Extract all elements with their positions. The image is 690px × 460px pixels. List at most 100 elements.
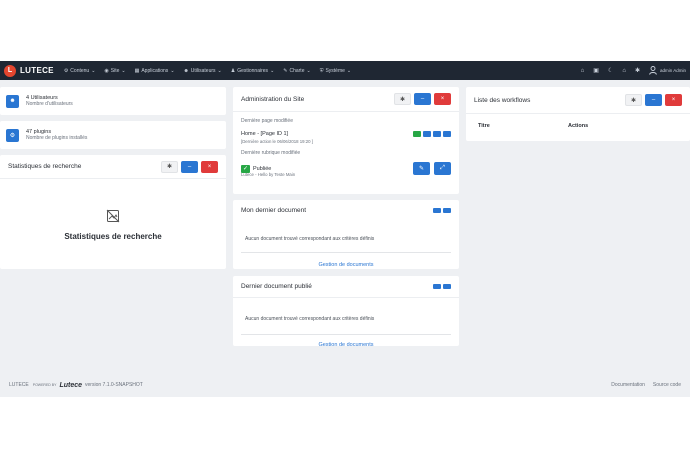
last-published-document-card: Dernier document publié Aucun document t… bbox=[233, 276, 459, 348]
collapse-button[interactable] bbox=[433, 284, 441, 289]
expand-button[interactable] bbox=[443, 208, 451, 213]
chevron-down-icon: ⌄ bbox=[91, 67, 96, 74]
column-header-actions: Actions bbox=[568, 123, 589, 129]
search-stats-empty-title: Statistiques de recherche bbox=[64, 232, 162, 241]
site-admin-title: Administration du Site bbox=[241, 95, 305, 103]
nav-item-utilisateurs[interactable]: ☻ Utilisateurs ⌄ bbox=[184, 68, 222, 74]
my-last-document-message: Aucun document trouvé correspondant aux … bbox=[245, 236, 375, 242]
move-button[interactable]: ⤢ bbox=[434, 162, 451, 175]
last-page-name[interactable]: Home - [Page ID 1] bbox=[241, 131, 288, 137]
collapse-button[interactable]: – bbox=[414, 93, 431, 105]
nav-item-charte[interactable]: ✎ Charte ⌄ bbox=[283, 68, 310, 74]
grid-icon[interactable]: ▣ bbox=[593, 67, 599, 74]
my-last-document-card: Mon dernier document Aucun document trou… bbox=[233, 200, 459, 269]
nav-item-applications[interactable]: ▦ Applications ⌄ bbox=[135, 68, 175, 74]
search-stats-empty: Statistiques de recherche bbox=[0, 179, 226, 241]
chevron-down-icon: ⌄ bbox=[306, 67, 311, 74]
move-icon[interactable] bbox=[433, 131, 441, 137]
last-published-document-message: Aucun document trouvé correspondant aux … bbox=[245, 316, 375, 322]
plugin-icon: ⚙ bbox=[6, 128, 19, 142]
search-stats-header: Statistiques de recherche ✱ – × bbox=[0, 155, 226, 179]
brand-logo[interactable]: L LUTECE bbox=[4, 64, 54, 77]
brush-icon: ✎ bbox=[283, 67, 288, 74]
last-page-actions bbox=[411, 131, 451, 137]
system-icon: ⛨ bbox=[319, 67, 324, 74]
user-name: admin Admin bbox=[659, 68, 686, 73]
site-admin-header: Administration du Site ✱ – × bbox=[233, 87, 459, 112]
close-button[interactable]: × bbox=[201, 160, 218, 173]
chevron-down-icon: ⌄ bbox=[121, 67, 126, 74]
content-icon: ⚙ bbox=[63, 67, 69, 74]
settings-button[interactable]: ✱ bbox=[161, 160, 178, 173]
link-icon[interactable] bbox=[443, 131, 451, 137]
my-last-document-link[interactable]: Gestion de documents bbox=[233, 262, 459, 268]
source-code-link[interactable]: Source code bbox=[653, 382, 681, 388]
expand-button[interactable] bbox=[443, 284, 451, 289]
plugins-count-label: Nombre de plugins installés bbox=[26, 135, 88, 141]
workflows-table-header: Titre Actions bbox=[466, 123, 690, 129]
users-stat-card: ☻ 4 Utilisateurs Nombre d'utilisateurs bbox=[0, 87, 226, 115]
footer-version: version 7.1.0-SNAPSHOT bbox=[85, 382, 143, 388]
close-button[interactable]: × bbox=[434, 93, 451, 105]
rubric-actions: ✎ ⤢ bbox=[413, 162, 451, 175]
settings-button[interactable]: ✱ bbox=[625, 94, 642, 106]
workflows-card: Liste des workflows ✱ – × Titre Actions bbox=[466, 87, 690, 141]
chevron-down-icon: ⌄ bbox=[217, 67, 222, 74]
published-label: Publiée bbox=[253, 165, 272, 172]
top-navbar: L LUTECE ⚙ Contenu ⌄ ◉ Site ⌄ ▦ Applications ⌄… bbox=[0, 61, 690, 80]
house-icon[interactable]: ⌂ bbox=[622, 68, 626, 74]
last-published-document-title: Dernier document publié bbox=[241, 283, 312, 290]
settings-icon[interactable]: ✱ bbox=[635, 67, 640, 74]
search-stats-title: Statistiques de recherche bbox=[8, 163, 82, 170]
last-page-date: [Dernière action le 06/06/2018 19:20 ] bbox=[241, 139, 313, 144]
managers-icon: ♟ bbox=[230, 67, 236, 74]
chevron-down-icon: ⌄ bbox=[170, 67, 175, 74]
view-icon[interactable] bbox=[413, 131, 421, 137]
last-page-row: Home - [Page ID 1] bbox=[241, 131, 451, 137]
site-admin-body: Dernière page modifiée Home - [Page ID 1… bbox=[233, 112, 459, 177]
chevron-down-icon: ⌄ bbox=[270, 67, 275, 74]
no-image-icon bbox=[106, 209, 120, 223]
user-avatar-icon bbox=[649, 66, 657, 75]
settings-button[interactable]: ✱ bbox=[394, 93, 411, 105]
footer: LUTECE POWERED BY Lutece version 7.1.0-S… bbox=[0, 379, 690, 391]
workflows-tools: ✱ – × bbox=[625, 94, 682, 106]
nav-item-contenu[interactable]: ⚙ Contenu ⌄ bbox=[64, 68, 96, 74]
users-icon: ☻ bbox=[6, 94, 19, 108]
users-count-label: Nombre d'utilisateurs bbox=[26, 101, 73, 107]
site-admin-tools: ✱ – × bbox=[394, 93, 451, 105]
applications-icon: ▦ bbox=[134, 67, 140, 74]
documentation-link[interactable]: Documentation bbox=[611, 382, 645, 388]
last-published-document-link[interactable]: Gestion de documents bbox=[233, 342, 459, 348]
last-published-document-message-row: Aucun document trouvé correspondant aux … bbox=[241, 307, 451, 335]
last-page-label: Dernière page modifiée bbox=[241, 118, 293, 124]
plugins-stat-card: ⚙ 47 plugins Nombre de plugins installés bbox=[0, 121, 226, 149]
moon-icon[interactable]: ☾ bbox=[608, 67, 613, 74]
workflows-title: Liste des workflows bbox=[474, 96, 531, 104]
edit-button[interactable]: ✎ bbox=[413, 162, 430, 175]
close-button[interactable]: × bbox=[665, 94, 682, 106]
nav-item-gestionnaires[interactable]: ♟ Gestionnaires ⌄ bbox=[231, 68, 275, 74]
last-published-document-tools bbox=[433, 284, 451, 289]
users-icon: ☻ bbox=[183, 67, 189, 74]
last-published-document-header: Dernier document publié bbox=[233, 276, 459, 298]
nav-item-systeme[interactable]: ⛨ Système ⌄ bbox=[320, 68, 351, 74]
search-stats-tools: ✱ – × bbox=[161, 160, 218, 173]
nav-item-site[interactable]: ◉ Site ⌄ bbox=[104, 68, 125, 74]
user-menu[interactable]: admin Admin bbox=[649, 66, 686, 75]
collapse-button[interactable]: – bbox=[645, 94, 662, 106]
powered-by-label: POWERED BY bbox=[32, 383, 57, 387]
edit-icon[interactable] bbox=[423, 131, 431, 137]
workflows-header: Liste des workflows ✱ – × bbox=[466, 87, 690, 114]
home-icon[interactable]: ⌂ bbox=[581, 68, 585, 74]
footer-links: Documentation Source code bbox=[611, 382, 681, 388]
lutece-brand-logo: Lutece bbox=[59, 381, 83, 389]
lutece-logo-icon: L bbox=[4, 64, 16, 77]
site-admin-card: Administration du Site ✱ – × Dernière pa… bbox=[233, 87, 459, 194]
collapse-button[interactable]: – bbox=[181, 160, 198, 173]
footer-left-text: LUTECE bbox=[9, 382, 29, 388]
my-last-document-header: Mon dernier document bbox=[233, 200, 459, 221]
search-stats-card: Statistiques de recherche ✱ – × Statisti… bbox=[0, 155, 226, 269]
collapse-button[interactable] bbox=[433, 208, 441, 213]
navbar-right-tools: ⌂ ▣ ☾ ⌂ ✱ admin Admin bbox=[581, 66, 686, 75]
